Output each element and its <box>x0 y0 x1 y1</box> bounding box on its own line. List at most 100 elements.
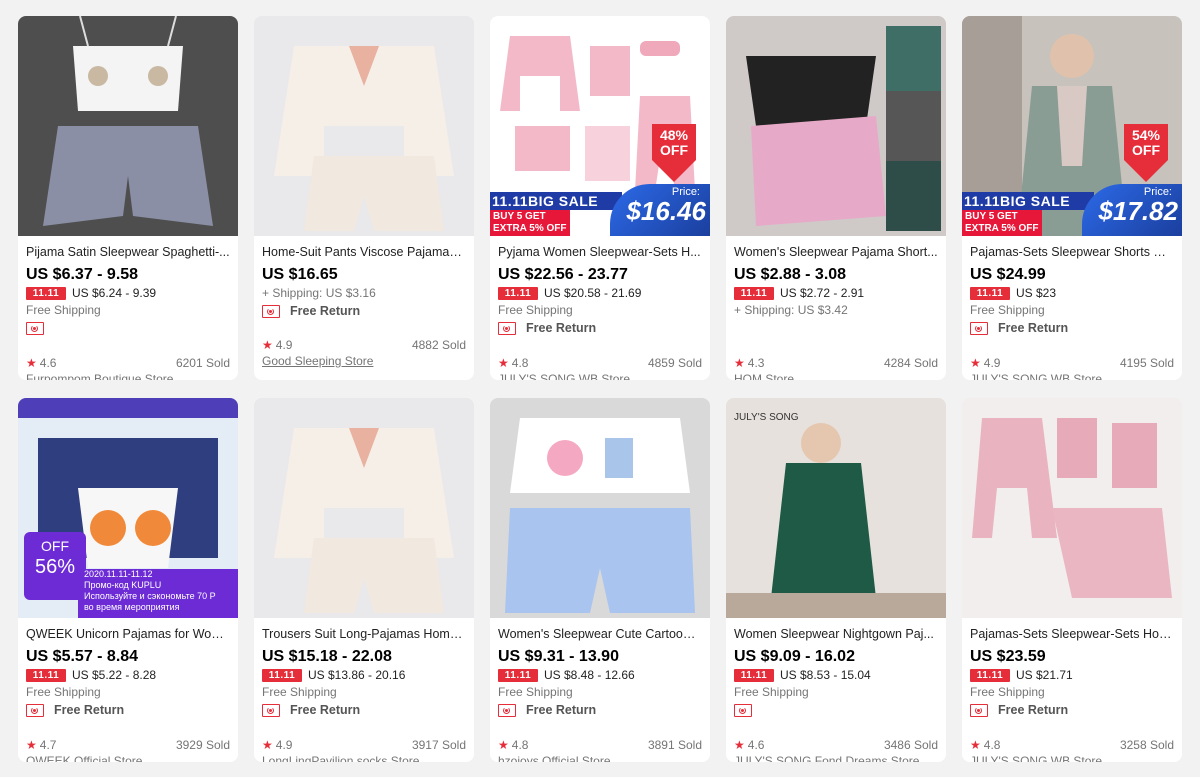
off-label: OFF <box>41 538 69 554</box>
product-title[interactable]: Women's Sleepwear Cute Cartoon ... <box>498 626 702 642</box>
product-info: QWEEK Unicorn Pajamas for Wom... US $5.57… <box>18 618 238 719</box>
rating-row: ★ 4.9 3917 Sold <box>262 738 466 752</box>
banner-price: Price: $16.46 <box>610 184 710 236</box>
rating: ★ 4.3 <box>734 356 764 370</box>
product-title[interactable]: Pyjama Women Sleepwear-Sets H... <box>498 244 702 260</box>
store-link[interactable]: JULY'S SONG WB Store <box>498 372 630 380</box>
product-photo <box>18 16 238 236</box>
product-title[interactable]: Pajamas-Sets Sleepwear-Sets Hom... <box>970 626 1174 642</box>
store-link[interactable]: hzoioys Official Store <box>498 754 611 762</box>
sold-count: 3891 Sold <box>647 738 702 752</box>
star-icon: ★ <box>498 738 509 752</box>
free-return-row <box>26 319 230 337</box>
product-card[interactable]: Pijama Satin Sleepwear Spaghetti-... US $… <box>18 16 238 380</box>
sale-tag: 11.11 <box>734 286 774 300</box>
product-title[interactable]: Women's Sleepwear Pajama Short... <box>734 244 938 260</box>
sold-count: 3917 Sold <box>411 738 466 752</box>
banner-price-value: $17.82 <box>1098 196 1178 226</box>
promo-row: 11.11 US $13.86 - 20.16 <box>262 667 466 683</box>
product-image[interactable] <box>490 398 710 618</box>
banner-price: Price: $17.82 <box>1082 184 1182 236</box>
free-return-row: Free Return <box>970 701 1174 719</box>
rating-value: 4.9 <box>275 738 293 752</box>
store-link[interactable]: HQM Store <box>734 372 794 380</box>
product-title[interactable]: Pijama Satin Sleepwear Spaghetti-... <box>26 244 230 260</box>
product-card[interactable]: Home-Suit Pants Viscose Pajamas ... US $1… <box>254 16 474 380</box>
product-info: Trousers Suit Long-Pajamas Home... US $15… <box>254 618 474 719</box>
discount-text: 54% OFF <box>1131 127 1161 158</box>
rating-value: 4.9 <box>983 356 1001 370</box>
promo-code: Промо-код KUPLU <box>84 580 162 590</box>
product-card[interactable]: Women's Sleepwear Cute Cartoon ... US $9.… <box>490 398 710 762</box>
rating-value: 4.6 <box>39 356 57 370</box>
shipping-info: Free Shipping <box>498 303 573 317</box>
free-return-row: Free Return <box>970 319 1174 337</box>
return-icon <box>262 703 280 717</box>
rating-row: ★ 4.7 3929 Sold <box>26 738 230 752</box>
product-card[interactable]: Women's Sleepwear Pajama Short... US $2.8… <box>726 16 946 380</box>
store-link[interactable]: JULY'S SONG Fond Dreams Store <box>734 754 919 762</box>
rating: ★ 4.6 <box>734 738 764 752</box>
star-icon: ★ <box>262 738 273 752</box>
product-card[interactable]: JULY'S SONG Women Sleepwear Nightgown Paj… <box>726 398 946 762</box>
product-image[interactable] <box>254 398 474 618</box>
product-title[interactable]: QWEEK Unicorn Pajamas for Wom... <box>26 626 230 642</box>
product-image[interactable]: 48% OFF 11.11BIG SALE BUY 5 GET EXTRA 5% OF… <box>490 16 710 236</box>
sold-count: 3486 Sold <box>883 738 938 752</box>
product-card[interactable]: Pajamas-Sets Sleepwear-Sets Hom... US $23… <box>962 398 1182 762</box>
shipping-info: Free Shipping <box>262 685 337 699</box>
return-icon <box>26 703 44 717</box>
free-return-label: Free Return <box>290 304 361 318</box>
store-link[interactable]: JULY'S SONG WB Store <box>970 754 1102 762</box>
product-price: US $6.37 - 9.58 <box>26 266 139 283</box>
promo-price: US $20.58 - 21.69 <box>544 286 642 300</box>
product-image[interactable] <box>254 16 474 236</box>
product-image[interactable] <box>962 398 1182 618</box>
free-return-label: Free Return <box>526 703 597 717</box>
sold-count: 3258 Sold <box>1119 738 1174 752</box>
promo-row: 11.11 US $6.24 - 9.39 <box>26 285 230 301</box>
store-link[interactable]: Furpompom Boutique Store <box>26 372 173 380</box>
rating-row: ★ 4.9 4882 Sold <box>262 338 466 352</box>
rating-value: 4.3 <box>747 356 765 370</box>
star-icon: ★ <box>970 356 981 370</box>
store-link[interactable]: JULY'S SONG WB Store <box>970 372 1102 380</box>
rating-row: ★ 4.3 4284 Sold <box>734 356 938 370</box>
product-card[interactable]: 54% OFF 11.11BIG SALE BUY 5 GET EXTRA 5% OF… <box>962 16 1182 380</box>
product-image[interactable]: JULY'S SONG <box>726 398 946 618</box>
discount-badge: 48% OFF <box>652 124 696 182</box>
rating-value: 4.8 <box>511 356 529 370</box>
product-title[interactable]: Pajamas-Sets Sleepwear Shorts Vis... <box>970 244 1174 260</box>
sale-tag: 11.11 <box>498 286 538 300</box>
product-card[interactable]: 48% OFF 11.11BIG SALE BUY 5 GET EXTRA 5% OF… <box>490 16 710 380</box>
store-link[interactable]: QWEEK Official Store <box>26 754 142 762</box>
rating: ★ 4.9 <box>970 356 1000 370</box>
product-price: US $5.57 - 8.84 <box>26 648 139 665</box>
promo-price: US $23 <box>1016 286 1057 300</box>
sold-count: 4859 Sold <box>647 356 702 370</box>
product-title[interactable]: Trousers Suit Long-Pajamas Home... <box>262 626 466 642</box>
promo-price: US $21.71 <box>1016 668 1073 682</box>
free-return-label: Free Return <box>54 703 125 717</box>
sale-banner: 11.11BIG SALE BUY 5 GET EXTRA 5% OFF Price:… <box>490 184 710 236</box>
store-link[interactable]: LongLingPavilion socks Store <box>262 754 419 762</box>
product-image[interactable] <box>18 16 238 236</box>
product-card[interactable]: Trousers Suit Long-Pajamas Home... US $15… <box>254 398 474 762</box>
product-title[interactable]: Women Sleepwear Nightgown Paj... <box>734 626 938 642</box>
product-title[interactable]: Home-Suit Pants Viscose Pajamas ... <box>262 244 466 260</box>
rating: ★ 4.9 <box>262 738 292 752</box>
free-return-row <box>734 701 938 719</box>
rating-row: ★ 4.8 4859 Sold <box>498 356 702 370</box>
store-link[interactable]: Good Sleeping Store <box>262 354 373 368</box>
star-icon: ★ <box>970 738 981 752</box>
product-image[interactable] <box>726 16 946 236</box>
product-card[interactable]: OFF 56% 2020.11.11-11.12 Промо-код KUPLU Исп… <box>18 398 238 762</box>
sale-tag: 11.11 <box>26 286 66 300</box>
star-icon: ★ <box>734 738 745 752</box>
product-image[interactable]: 54% OFF 11.11BIG SALE BUY 5 GET EXTRA 5% OF… <box>962 16 1182 236</box>
rating: ★ 4.6 <box>26 356 56 370</box>
rating-value: 4.6 <box>747 738 765 752</box>
product-info: Pijama Satin Sleepwear Spaghetti-... US $… <box>18 236 238 337</box>
product-info: Women's Sleepwear Cute Cartoon ... US $9.… <box>490 618 710 719</box>
product-image[interactable]: OFF 56% 2020.11.11-11.12 Промо-код KUPLU Исп… <box>18 398 238 618</box>
